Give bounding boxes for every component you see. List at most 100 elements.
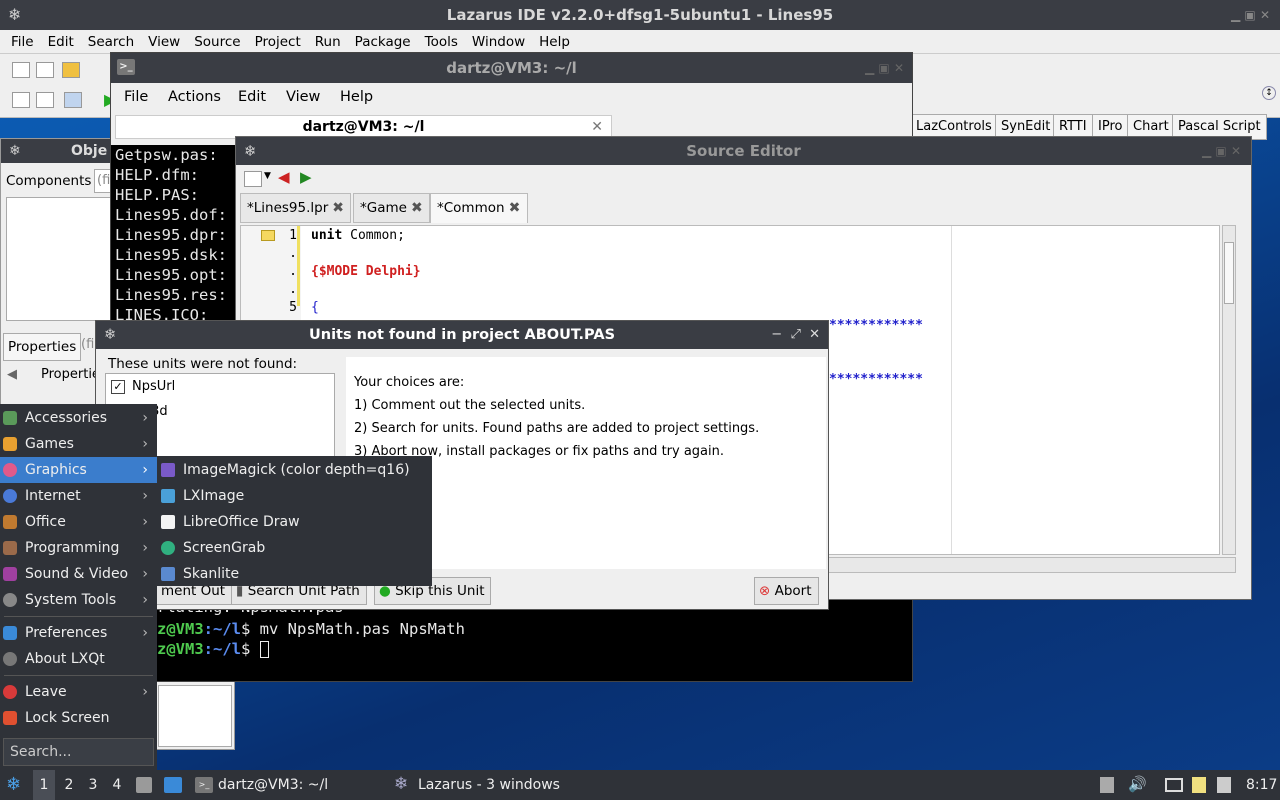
- power-icon: [3, 685, 17, 699]
- menu-tools[interactable]: Tools: [418, 30, 465, 54]
- lazarus-task-icon: ❄: [394, 774, 409, 794]
- tab-common[interactable]: *Common ✖: [430, 193, 528, 223]
- lxqt-menu-icon[interactable]: ❄: [6, 770, 21, 800]
- new-file-icon[interactable]: [12, 62, 30, 78]
- new-form-icon[interactable]: [36, 62, 54, 78]
- tab-label: *Game: [360, 200, 407, 216]
- comment-stars: ************: [829, 318, 923, 333]
- desktop-3[interactable]: 3: [84, 770, 102, 800]
- libreoffice-draw-icon: [161, 515, 175, 529]
- dialog-window-controls[interactable]: − ⤢ ✕: [771, 321, 820, 349]
- display-icon[interactable]: [1165, 778, 1183, 792]
- task-lazarus[interactable]: Lazarus - 3 windows: [418, 770, 560, 800]
- units-group-label: These units were not found:: [108, 356, 298, 372]
- close-tab-icon[interactable]: ✖: [332, 201, 346, 215]
- terminal-menu-edit[interactable]: Edit: [231, 85, 273, 109]
- close-tab-icon[interactable]: ✖: [509, 201, 523, 215]
- dialog-titlebar[interactable]: ❄ Units not found in project ABOUT.PAS −…: [96, 321, 828, 349]
- screengrab-icon: [161, 541, 175, 555]
- terminal-menu-view[interactable]: View: [279, 85, 327, 109]
- source-editor-window-controls[interactable]: ▁ ▣ ✕: [1202, 137, 1241, 165]
- desktop-4[interactable]: 4: [108, 770, 126, 800]
- properties-scroll-left-icon[interactable]: ◀: [7, 367, 17, 382]
- terminal-titlebar[interactable]: >_ dartz@VM3: ~/l ▁ ▣ ✕: [111, 53, 912, 83]
- abort-label: Abort: [774, 583, 812, 599]
- desktop-1[interactable]: 1: [33, 770, 55, 800]
- keyboard-layout-icon[interactable]: [1217, 777, 1231, 793]
- menu-help[interactable]: Help: [532, 30, 577, 54]
- submenu-libreoffice-draw[interactable]: LibreOffice Draw: [157, 509, 432, 535]
- terminal-task-icon: >_: [195, 777, 213, 793]
- menu-search-input[interactable]: Search...: [3, 738, 154, 766]
- components-tree[interactable]: [6, 197, 112, 321]
- comment-stars: ************: [829, 372, 923, 387]
- object-inspector-icon: ❄: [9, 143, 21, 159]
- menu-office[interactable]: Office ›: [0, 509, 157, 535]
- open-icon[interactable]: [62, 62, 80, 78]
- editor-vertical-scrollbar[interactable]: [1222, 225, 1236, 555]
- unit-checkbox[interactable]: ✓: [111, 380, 125, 394]
- menu-graphics[interactable]: Graphics ›: [0, 457, 157, 483]
- tab-game[interactable]: *Game ✖: [353, 193, 430, 223]
- terminal-menu-file[interactable]: File: [117, 85, 155, 109]
- clipboard-icon[interactable]: [1100, 777, 1114, 793]
- menu-accessories[interactable]: Accessories ›: [0, 405, 157, 431]
- prompt-path: :~/l: [203, 640, 241, 658]
- keyword: unit: [311, 228, 343, 243]
- menu-run[interactable]: Run: [308, 30, 348, 54]
- close-tab-icon[interactable]: ✖: [411, 201, 425, 215]
- terminal-menu-help[interactable]: Help: [333, 85, 380, 109]
- palette-scroll-icon[interactable]: ↕: [1262, 86, 1276, 100]
- menu-preferences[interactable]: Preferences ›: [0, 620, 157, 646]
- file-manager-icon[interactable]: [136, 777, 152, 793]
- terminal-menu-actions[interactable]: Actions: [161, 85, 228, 109]
- menu-programming[interactable]: Programming ›: [0, 535, 157, 561]
- editor-options-icon[interactable]: [244, 171, 262, 187]
- task-terminal[interactable]: dartz@VM3: ~/l: [218, 770, 328, 800]
- menu-sound-video[interactable]: Sound & Video ›: [0, 561, 157, 587]
- terminal-window-controls[interactable]: ▁ ▣ ✕: [865, 53, 904, 83]
- terminal-tab-label: dartz@VM3: ~/l: [302, 119, 425, 135]
- submenu-screengrab[interactable]: ScreenGrab: [157, 535, 432, 561]
- tab-lines95-lpr[interactable]: *Lines95.lpr ✖: [240, 193, 352, 223]
- line-number: .: [289, 264, 297, 279]
- submenu-lximage[interactable]: LXImage: [157, 483, 432, 509]
- menu-project[interactable]: Project: [248, 30, 308, 54]
- menu-internet[interactable]: Internet ›: [0, 483, 157, 509]
- menu-source[interactable]: Source: [187, 30, 247, 54]
- tab-properties[interactable]: Properties: [3, 333, 82, 361]
- menu-package[interactable]: Package: [348, 30, 418, 54]
- abort-button[interactable]: ⊗ Abort: [754, 577, 819, 605]
- source-editor-titlebar[interactable]: ❄ Source Editor ▁ ▣ ✕: [236, 137, 1251, 165]
- options-icon[interactable]: [64, 92, 82, 108]
- editor-options-dropdown-icon[interactable]: ▼: [264, 171, 271, 181]
- clock[interactable]: 8:17: [1246, 770, 1277, 800]
- menu-search[interactable]: Search: [81, 30, 141, 54]
- submenu-skanlite[interactable]: Skanlite: [157, 561, 432, 587]
- lazarus-titlebar[interactable]: ❄ Lazarus IDE v2.2.0+dfsg1-5ubuntu1 - Li…: [0, 0, 1280, 30]
- menu-window[interactable]: Window: [465, 30, 532, 54]
- menu-edit[interactable]: Edit: [41, 30, 81, 54]
- scrollbar-thumb[interactable]: [1224, 242, 1234, 304]
- back-arrow-icon[interactable]: ◀: [278, 168, 290, 186]
- volume-icon[interactable]: 🔊: [1128, 775, 1147, 793]
- menu-system-tools[interactable]: System Tools ›: [0, 587, 157, 613]
- lazarus-window-controls[interactable]: ▁ ▣ ✕: [1231, 0, 1270, 30]
- properties-filter-input[interactable]: (fi: [81, 337, 94, 352]
- taskbar: ❄ 1 2 3 4 >_ dartz@VM3: ~/l ❄ Lazarus - …: [0, 770, 1280, 800]
- menu-view[interactable]: View: [141, 30, 187, 54]
- desktop-2[interactable]: 2: [60, 770, 78, 800]
- terminal-cursor: [259, 641, 269, 658]
- show-desktop-icon[interactable]: [164, 777, 182, 793]
- menu-about-lxqt[interactable]: About LXQt: [0, 646, 157, 672]
- view-forms-icon[interactable]: [36, 92, 54, 108]
- submenu-imagemagick[interactable]: ImageMagick (color depth=q16): [157, 457, 432, 483]
- menu-file[interactable]: File: [4, 30, 41, 54]
- terminal-tab-close-icon[interactable]: ✕: [591, 116, 603, 138]
- menu-lock-screen[interactable]: Lock Screen: [0, 705, 157, 731]
- menu-leave[interactable]: Leave ›: [0, 679, 157, 705]
- view-units-icon[interactable]: [12, 92, 30, 108]
- menu-games[interactable]: Games ›: [0, 431, 157, 457]
- notes-icon[interactable]: [1192, 777, 1206, 793]
- forward-arrow-icon[interactable]: ▶: [300, 168, 312, 186]
